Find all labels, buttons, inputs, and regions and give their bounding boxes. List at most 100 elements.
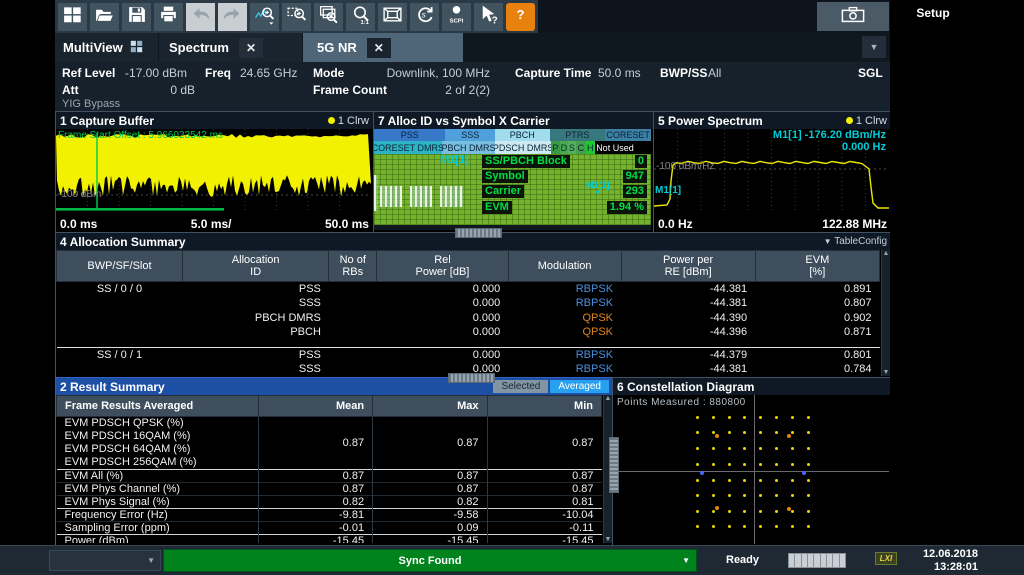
legend-item-pdsch-dmrs: PDSCH DMRS	[495, 141, 551, 154]
table-row[interactable]: Frequency Error (Hz)-9.81-9.58-10.04	[57, 509, 602, 522]
toggle-selected-button[interactable]: Selected	[493, 380, 548, 393]
legend-item-coreset: CORESET	[605, 129, 651, 141]
scpi-icon: SCPI	[446, 4, 467, 30]
column-header[interactable]: Max	[373, 396, 487, 417]
save-file-button[interactable]	[122, 3, 151, 31]
instrument-screen: 1:1 s SCPI?? MultiView Spectrum ✕ 5G NR ✕ …	[0, 0, 1024, 575]
tab-5gnr[interactable]: 5G NR ✕	[303, 33, 463, 62]
window-result-summary[interactable]: 2 Result Summary Selected Averaged Frame…	[55, 377, 614, 547]
sync-status-banner[interactable]: Sync Found ▼	[163, 549, 697, 572]
svg-text:SCPI: SCPI	[450, 18, 464, 24]
result-summary-table[interactable]: Frame Results AveragedMeanMaxMinEVM PDSC…	[56, 395, 602, 543]
ref-level-value[interactable]: -17.00 dBm	[125, 66, 187, 80]
splitter-handle-horizontal[interactable]	[448, 373, 495, 383]
table-row[interactable]: EVM Phys Signal (%)0.820.820.81	[57, 496, 602, 509]
freq-value[interactable]: 24.65 GHz	[240, 66, 297, 80]
alloc-title: 7 Alloc ID vs Symbol X Carrier	[378, 114, 550, 128]
close-icon: ✕	[246, 41, 256, 55]
column-header[interactable]: Min	[487, 396, 601, 417]
column-header[interactable]: Modulation	[508, 251, 621, 282]
capture-time-value[interactable]: 50.0 ms	[598, 66, 641, 80]
column-header[interactable]: Mean	[258, 396, 372, 417]
tab-spectrum[interactable]: Spectrum ✕	[159, 33, 302, 62]
tab-5gnr-close-button[interactable]: ✕	[367, 38, 391, 58]
toggle-averaged-button[interactable]: Averaged	[550, 380, 609, 393]
column-header[interactable]: RelPower [dB]	[377, 251, 509, 282]
table-row[interactable]: PBCH DMRS0.000QPSK-44.3900.902	[57, 311, 880, 326]
scpi-recorder-button[interactable]: SCPI	[442, 3, 471, 31]
alloc-highlight-region	[374, 175, 378, 211]
zoom-reset-button[interactable]: 1:1	[346, 3, 375, 31]
att-value[interactable]: 0 dB	[125, 83, 195, 97]
table-row[interactable]: EVM PDSCH QPSK (%)EVM PDSCH 16QAM (%)EVM…	[57, 417, 602, 470]
tab-multiview[interactable]: MultiView	[55, 33, 158, 62]
table-row[interactable]: SS / 0 / 0PSS0.000RBPSK-44.3810.891	[57, 282, 880, 297]
multi-window-zoom-button[interactable]	[314, 3, 343, 31]
power-spectrum-titlebar[interactable]: 5 Power Spectrum 1 Clrw	[654, 112, 891, 129]
power-spectrum-plot[interactable]: M1[1] -176.20 dBm/Hz 0.000 Hz -100 dBm/H…	[654, 129, 889, 213]
window-capture-buffer[interactable]: 1 Capture Buffer 1 Clrw Frame Start Offs…	[55, 111, 374, 233]
constellation-plot[interactable]: Points Measured : 880800	[613, 395, 889, 544]
scroll-up-icon[interactable]: ▲	[883, 250, 890, 257]
bwp-ss-value[interactable]: All	[708, 66, 721, 80]
table-config-button[interactable]: ▼ TableConfig	[824, 236, 887, 247]
window-allocation-summary[interactable]: 4 Allocation Summary ▼ TableConfig BWP/S…	[55, 232, 892, 379]
open-file-button[interactable]	[90, 3, 119, 31]
column-header[interactable]: Power perRE [dBm]	[621, 251, 755, 282]
legend-item-pss: PSS	[374, 129, 445, 141]
zoom-mode-button[interactable]	[250, 3, 279, 31]
window-alloc-id[interactable]: 7 Alloc ID vs Symbol X Carrier PSSSSSPBC…	[373, 111, 654, 233]
column-header[interactable]: AllocationID	[182, 251, 328, 282]
window-power-spectrum[interactable]: 5 Power Spectrum 1 Clrw M1[1] -176.20 dB…	[653, 111, 892, 233]
capture-buffer-plot[interactable]: Frame Start Offset : 5.966023542 ms -100…	[56, 129, 371, 213]
marker-arrow-icon: ▼	[586, 190, 610, 197]
legend-item-p: P	[551, 141, 560, 154]
table-row[interactable]: Power (dBm)-15.45-15.45-15.45	[57, 535, 602, 544]
help-button[interactable]: ?	[506, 3, 535, 31]
table-row[interactable]: EVM All (%)0.870.870.87	[57, 470, 602, 483]
column-header[interactable]: No ofRBs	[329, 251, 377, 282]
context-help-button[interactable]: ?	[474, 3, 503, 31]
table-row[interactable]: PBCH0.000QPSK-44.3960.871	[57, 325, 880, 340]
level-gridline-label: -100 dBm/Hz	[656, 161, 714, 172]
window-constellation[interactable]: 6 Constellation Diagram Points Measured …	[612, 377, 892, 547]
scroll-down-icon[interactable]: ▼	[883, 369, 890, 376]
splitter-handle-vertical[interactable]	[609, 437, 619, 493]
allocation-summary-table[interactable]: BWP/SF/SlotAllocationIDNo ofRBsRelPower …	[56, 250, 880, 376]
windows-menu-button[interactable]	[58, 3, 87, 31]
allocation-summary-scrollbar[interactable]: ▲ ▼	[881, 250, 890, 376]
column-header[interactable]: EVM[%]	[755, 251, 879, 282]
scroll-down-icon[interactable]: ▼	[605, 536, 612, 543]
x-start-label: 0.0 Hz	[658, 217, 693, 231]
datetime-display[interactable]: 12.06.2018 13:28:01	[900, 548, 978, 574]
frame-count-value[interactable]: 2 of 2(2)	[415, 83, 490, 97]
splitter-handle-horizontal[interactable]	[455, 228, 502, 238]
trace-label: 1 Clrw	[856, 115, 887, 127]
status-dropdown[interactable]: ▼	[49, 550, 161, 571]
tab-bar: MultiView Spectrum ✕ 5G NR ✕ ▼	[55, 33, 890, 62]
table-row[interactable]: Sampling Error (ppm)-0.010.09-0.11	[57, 522, 602, 535]
screenshot-button[interactable]	[817, 2, 889, 31]
result-summary-titlebar[interactable]: 2 Result Summary Selected Averaged	[56, 378, 613, 395]
table-row[interactable]: SS / 0 / 1PSS0.000RBPSK-44.3790.801	[57, 347, 880, 362]
tab-overflow-button[interactable]: ▼	[862, 36, 886, 58]
display-config-button[interactable]	[378, 3, 407, 31]
constellation-titlebar[interactable]: 6 Constellation Diagram	[613, 378, 891, 395]
table-row[interactable]: EVM Phys Channel (%)0.870.870.87	[57, 483, 602, 496]
table-row[interactable]: SSS0.000RBPSK-44.3810.807	[57, 296, 880, 311]
alloc-titlebar[interactable]: 7 Alloc ID vs Symbol X Carrier	[374, 112, 653, 129]
mode-value[interactable]: Downlink, 100 MHz	[385, 66, 490, 80]
legend-item-pbch-dmrs: PBCH DMRS	[442, 141, 496, 154]
zoom-selection-button[interactable]	[282, 3, 311, 31]
tab-spectrum-close-button[interactable]: ✕	[239, 38, 263, 58]
print-button[interactable]	[154, 3, 183, 31]
alloc-grid-plot[interactable]: M1[1] SS/PBCH Block0Symbol947Carrier293E…	[374, 154, 651, 225]
alloc-hscrollbar[interactable]	[374, 225, 651, 230]
sweep-restart-button[interactable]: s	[410, 3, 439, 31]
x-stop-label: 50.0 ms	[325, 217, 369, 231]
scroll-up-icon[interactable]: ▲	[605, 395, 612, 402]
column-header[interactable]: BWP/SF/Slot	[57, 251, 183, 282]
status-bar: ▼ Sync Found ▼ Ready LXI 12.06.2018 13:2…	[0, 545, 1024, 575]
capture-buffer-titlebar[interactable]: 1 Capture Buffer 1 Clrw	[56, 112, 373, 129]
column-header[interactable]: Frame Results Averaged	[57, 396, 259, 417]
